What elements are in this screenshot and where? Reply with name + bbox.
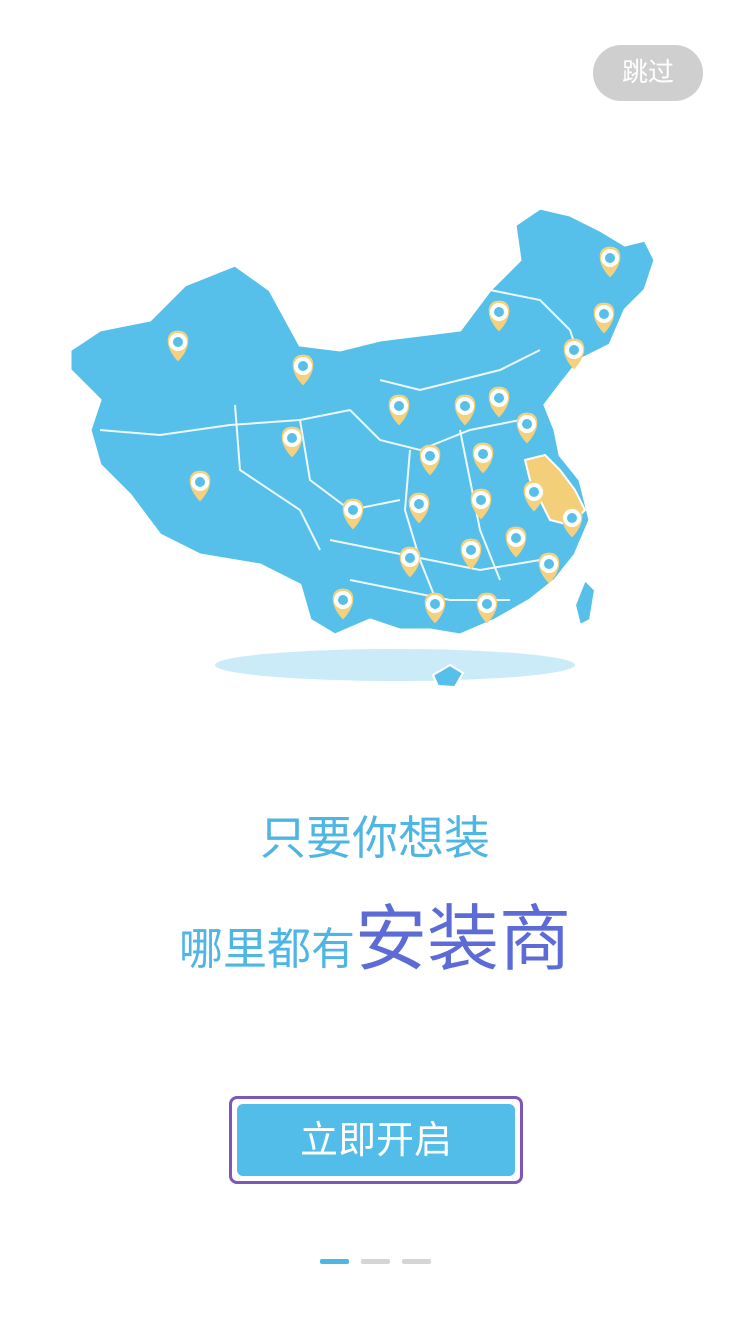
taiwan-island <box>573 578 597 627</box>
china-map <box>0 180 750 720</box>
page-indicator <box>320 1259 432 1265</box>
page-indicator-dot-1 <box>320 1259 349 1264</box>
page-indicator-dot-3 <box>402 1259 431 1264</box>
skip-button[interactable]: 跳过 <box>593 45 703 101</box>
map-shadow <box>215 649 575 681</box>
headline-line-1: 只要你想装 <box>260 811 490 865</box>
start-button[interactable]: 立即开启 <box>237 1104 515 1176</box>
headline-line-2: 哪里都有安装商 <box>0 880 750 985</box>
headline-line-2-highlight: 安装商 <box>354 897 571 981</box>
page-indicator-dot-2 <box>361 1259 390 1264</box>
headline-line-2-normal: 哪里都有 <box>178 924 355 975</box>
